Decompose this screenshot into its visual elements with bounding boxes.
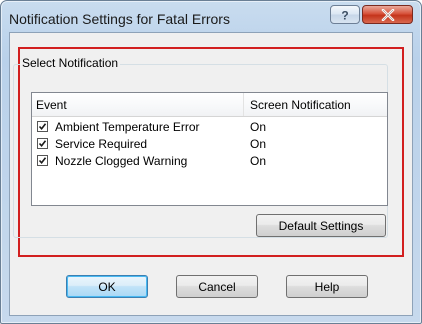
titlebar-help-button[interactable]: ? bbox=[330, 5, 360, 24]
list-row-ambient-temperature[interactable]: Ambient Temperature Error On bbox=[32, 119, 387, 136]
help-button[interactable]: Help bbox=[286, 275, 368, 298]
close-icon bbox=[381, 8, 394, 21]
column-header-screen-notification[interactable]: Screen Notification bbox=[250, 98, 351, 112]
notification-list[interactable]: Event Screen Notification Ambient Temper… bbox=[31, 92, 388, 206]
list-row-nozzle-clogged[interactable]: Nozzle Clogged Warning On bbox=[32, 153, 387, 170]
cancel-button[interactable]: Cancel bbox=[176, 275, 258, 298]
group-label: Select Notification bbox=[20, 56, 121, 70]
dialog-client-area: Select Notification Event Screen Notific… bbox=[9, 32, 413, 316]
event-checkbox[interactable] bbox=[37, 138, 48, 149]
question-mark-icon: ? bbox=[341, 8, 348, 22]
svg-text:?: ? bbox=[341, 8, 348, 22]
event-checkbox[interactable] bbox=[37, 155, 48, 166]
event-name: Nozzle Clogged Warning bbox=[55, 154, 188, 168]
dialog-window: Notification Settings for Fatal Errors ?… bbox=[0, 0, 422, 324]
event-name: Ambient Temperature Error bbox=[55, 120, 200, 134]
checkmark-icon bbox=[38, 157, 47, 165]
default-settings-button[interactable]: Default Settings bbox=[256, 214, 386, 237]
screen-notification-value: On bbox=[250, 154, 267, 168]
checkmark-icon bbox=[38, 123, 47, 131]
event-name: Service Required bbox=[55, 137, 148, 151]
checkmark-icon bbox=[38, 140, 47, 148]
list-header: Event Screen Notification bbox=[32, 93, 387, 117]
titlebar-close-button[interactable] bbox=[362, 5, 413, 24]
dialog-title: Notification Settings for Fatal Errors bbox=[9, 11, 230, 27]
column-header-event[interactable]: Event bbox=[36, 98, 67, 112]
ok-button[interactable]: OK bbox=[66, 275, 148, 298]
screen-notification-value: On bbox=[250, 137, 267, 151]
list-row-service-required[interactable]: Service Required On bbox=[32, 136, 387, 153]
event-checkbox[interactable] bbox=[37, 121, 48, 132]
column-divider[interactable] bbox=[243, 93, 244, 116]
screen-notification-value: On bbox=[250, 120, 267, 134]
